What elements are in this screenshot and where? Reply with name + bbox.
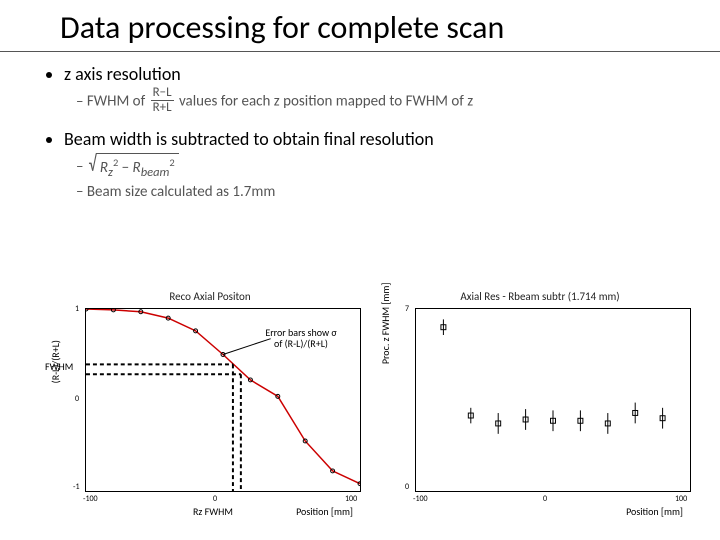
bullet-1: z axis resolution	[64, 62, 684, 86]
plots-row: Reco Axial Positon (R-L)/(R+L)	[55, 290, 685, 530]
left-plot: Reco Axial Positon (R-L)/(R+L)	[55, 290, 365, 520]
right-plot-ylabel: Proc. z FWHM [mm]	[379, 283, 392, 365]
left-plot-annotation: Error bars show σof (R-L)/(R+L)	[256, 327, 346, 349]
left-plot-area: Error bars show σof (R-L)/(R+L)	[85, 308, 361, 492]
right-plot: Axial Res - Rbeam subtr (1.714 mm) Proc.…	[385, 290, 695, 520]
bullet-2a: √Rz2 − Rbeam2	[92, 153, 684, 182]
bullet-2b: Beam size calculated as 1.7mm	[92, 182, 684, 202]
bullet-1a: FWHM of R−LR+L values for each z positio…	[92, 88, 684, 116]
slide-title: Data processing for complete scan	[0, 0, 720, 52]
rz-fwhm-label: Rz FWHM	[193, 505, 233, 518]
right-plot-xlabel: Position [mm]	[626, 505, 683, 518]
right-plot-area	[415, 308, 691, 492]
fwhm-label: FWHM	[45, 360, 73, 373]
bullet-content: z axis resolution FWHM of R−LR+L values …	[0, 52, 720, 202]
bullet-2: Beam width is subtracted to obtain final…	[64, 127, 684, 151]
left-plot-title: Reco Axial Positon	[55, 290, 365, 303]
left-plot-xlabel: Position [mm]	[296, 505, 353, 518]
right-plot-scatter	[416, 309, 690, 491]
right-plot-title: Axial Res - Rbeam subtr (1.714 mm)	[385, 290, 695, 303]
